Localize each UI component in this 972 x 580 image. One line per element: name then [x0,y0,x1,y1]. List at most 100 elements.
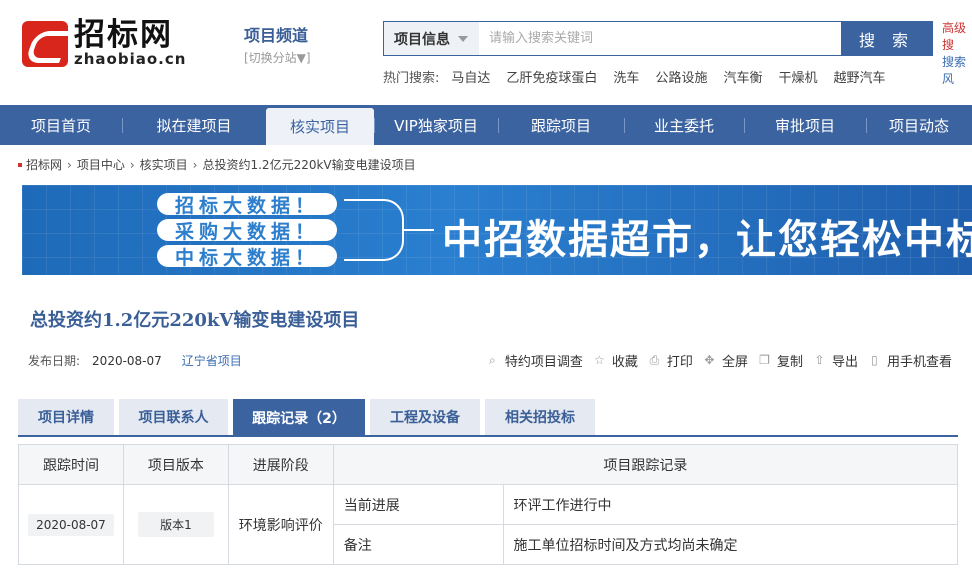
tool-fullscreen[interactable]: ✥ 全屏 [703,351,748,371]
table-header-row: 跟踪时间 项目版本 进展阶段 项目跟踪记录 [18,444,959,485]
nav-item-home[interactable]: 项目首页 [0,105,122,145]
promo-banner[interactable]: 招标大数据！ 采购大数据！ 中标大数据！ 中招数据超市，让您轻松中标 [22,185,972,275]
logo-mark-icon [22,21,68,67]
copy-icon: ❐ [759,353,770,367]
province-link[interactable]: 辽宁省项目 [182,352,242,369]
tool-label: 全屏 [721,355,748,370]
record-value: 环评工作进行中 [502,484,959,525]
logo-en: zhaobiao.cn [74,50,187,68]
stage-cell: 环境影响评价 [227,484,334,565]
page-title: 总投资约1.2亿元220kV输变电建设项目 [30,310,360,331]
toolbar: ⌕ 特约项目调查 ☆ 收藏 ⎙ 打印 ✥ 全屏 ❐ 复制 ⇧ 导出 ▯ 用手机查… [476,351,952,371]
tool-label: 复制 [776,355,803,370]
banner-slogan: 中招数据超市，让您轻松中标 [442,217,972,263]
column-header: 项目版本 [122,444,229,485]
search-icon: ⌕ [489,353,496,367]
record-label: 当前进展 [332,484,504,525]
breadcrumb-item: 总投资约1.2亿元220kV输变电建设项目 [202,158,416,172]
channel-title: 项目频道 [244,26,309,45]
star-icon: ☆ [594,353,605,367]
nav-item-verified[interactable]: 核实项目 [266,108,374,145]
breadcrumb: 招标网 › 项目中心 › 核实项目 › 总投资约1.2亿元220kV输变电建设项… [18,156,416,173]
breadcrumb-item[interactable]: 核实项目 [140,156,188,173]
date-label: 发布日期: [28,354,81,368]
nav-item-news[interactable]: 项目动态 [866,105,972,145]
tab-related-bids[interactable]: 相关招投标 [485,399,595,435]
nav-item-planned[interactable]: 拟在建项目 [122,105,266,145]
chevron-down-icon [458,35,468,42]
search-category-select[interactable]: 项目信息 [384,22,479,55]
table-row: 2020-08-07 版本1 环境影响评价 当前进展 环评工作进行中 [18,484,959,565]
tab-details[interactable]: 项目详情 [18,399,114,435]
phone-icon: ▯ [871,353,878,367]
hot-search-item[interactable]: 干燥机 [778,67,817,86]
column-header: 项目跟踪记录 [332,444,959,485]
tool-label: 导出 [831,355,858,370]
site-logo[interactable]: 招标网 zhaobiao.cn [22,18,202,70]
hot-search-item[interactable]: 公路设施 [655,67,707,86]
hot-search-item[interactable]: 马自达 [451,67,490,86]
main-nav: 项目首页 拟在建项目 核实项目 VIP独家项目 跟踪项目 业主委托 审批项目 项… [0,105,972,145]
tool-survey[interactable]: ⌕ 特约项目调查 [486,351,583,371]
switch-site-link[interactable]: [切换分站▼] [244,49,311,66]
channel-block: 项目频道 [切换分站▼] [244,22,311,66]
banner-pill: 招标大数据！ [157,193,337,217]
banner-pill: 采购大数据！ [157,219,337,243]
search-button[interactable]: 搜 索 [841,22,932,55]
tool-label: 特约项目调查 [504,355,583,370]
record-value: 施工单位招标时间及方式均尚未确定 [502,524,959,565]
logo-cn: 招标网 [74,17,173,53]
chevron-right-icon: › [129,157,135,172]
banner-connector [404,229,434,231]
advanced-search-sub-link[interactable]: 搜索风 [942,54,972,88]
nav-item-approval[interactable]: 审批项目 [744,105,866,145]
track-time: 2020-08-07 [28,513,114,536]
track-time-cell: 2020-08-07 [18,484,124,565]
detail-tabs: 项目详情 项目联系人 跟踪记录（2） 工程及设备 相关招投标 [18,399,958,437]
tab-tracking[interactable]: 跟踪记录（2） [233,399,365,437]
publish-date: 2020-08-07 [92,353,162,368]
chevron-right-icon: › [67,157,72,172]
banner-pill: 中标大数据！ [157,245,337,269]
project-meta: 发布日期: 2020-08-07 辽宁省项目 [28,352,242,369]
nav-item-tracking[interactable]: 跟踪项目 [498,105,624,145]
tool-print[interactable]: ⎙ 打印 [648,351,693,371]
breadcrumb-item[interactable]: 项目中心 [77,156,125,173]
tab-contacts[interactable]: 项目联系人 [119,399,228,435]
nav-item-owner[interactable]: 业主委托 [624,105,744,145]
tool-favorite[interactable]: ☆ 收藏 [593,351,638,371]
fullscreen-icon: ✥ [704,353,715,367]
column-header: 跟踪时间 [18,444,124,485]
search-bar: 项目信息 搜 索 [383,21,933,56]
tracking-table: 跟踪时间 项目版本 进展阶段 项目跟踪记录 2020-08-07 版本1 环境影… [18,444,959,565]
print-icon: ⎙ [649,353,660,367]
hot-search-item[interactable]: 乙肝免疫球蛋白 [506,67,597,86]
hot-search: 热门搜索: 马自达 乙肝免疫球蛋白 洗车 公路设施 汽车衡 干燥机 越野汽车 [383,67,902,86]
version: 版本1 [138,512,214,537]
tab-equipment[interactable]: 工程及设备 [370,399,480,435]
tool-label: 用手机查看 [886,355,952,370]
banner-bracket [344,199,404,261]
search-input[interactable] [479,22,841,55]
hot-search-label: 热门搜索: [383,71,440,86]
nav-item-vip[interactable]: VIP独家项目 [374,105,498,145]
hot-search-item[interactable]: 汽车衡 [723,67,762,86]
tool-label: 打印 [666,355,693,370]
tool-copy[interactable]: ❐ 复制 [758,351,803,371]
record-label: 备注 [332,524,504,565]
logo-text: 招标网 zhaobiao.cn [74,17,187,69]
hot-search-item[interactable]: 越野汽车 [833,67,885,86]
advanced-search[interactable]: 高级搜 搜索风 [942,20,972,88]
tool-mobile[interactable]: ▯ 用手机查看 [868,351,952,371]
site-header: 招标网 zhaobiao.cn 项目频道 [切换分站▼] 项目信息 搜 索 高级… [0,0,972,105]
chevron-right-icon: › [192,157,198,172]
breadcrumb-item[interactable]: 招标网 [26,156,62,173]
tool-label: 收藏 [611,355,638,370]
bullet-icon [18,162,22,167]
column-header: 进展阶段 [227,444,334,485]
version-cell: 版本1 [122,484,229,565]
advanced-search-link[interactable]: 高级搜 [942,20,972,54]
hot-search-item[interactable]: 洗车 [613,67,639,86]
search-category-label: 项目信息 [394,31,450,48]
tool-export[interactable]: ⇧ 导出 [813,351,858,371]
